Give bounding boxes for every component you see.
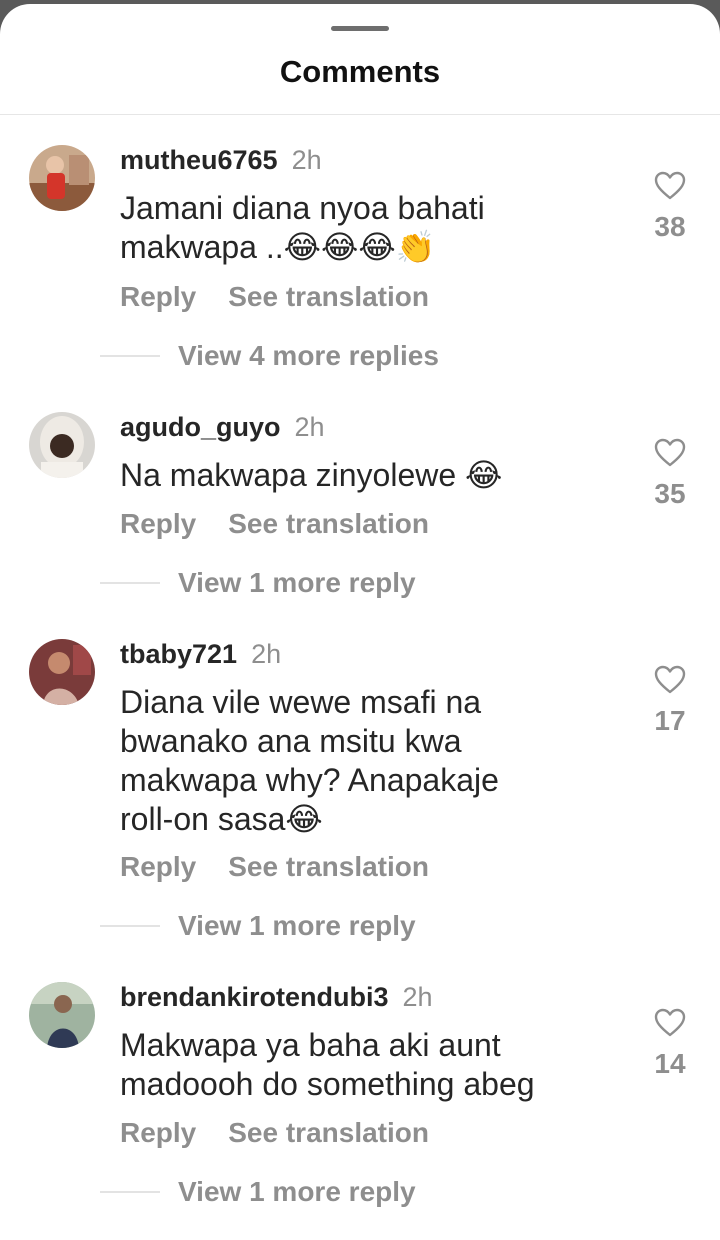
avatar[interactable] [29, 982, 95, 1048]
view-replies-label: View 1 more reply [178, 910, 416, 941]
view-replies-button[interactable]: View 4 more replies [100, 340, 439, 372]
heart-outline-icon[interactable] [640, 438, 700, 468]
comment-header: brendankirotendubi3 2h [120, 982, 433, 1012]
view-replies-button[interactable]: View 1 more reply [100, 910, 416, 942]
reply-button[interactable]: Reply [120, 281, 196, 313]
heart-outline-icon[interactable] [640, 171, 700, 201]
like-area: 14 [640, 1008, 700, 1080]
comment-actions: Reply See translation [120, 1117, 429, 1149]
heart-outline-icon[interactable] [640, 1008, 700, 1038]
see-translation-button[interactable]: See translation [228, 281, 429, 313]
comment-text: Makwapa ya baha aki aunt madoooh do some… [120, 1027, 535, 1102]
like-area: 35 [640, 438, 700, 510]
username[interactable]: mutheu6765 [120, 145, 278, 176]
comment-text: Diana vile wewe msafi na bwanako ana msi… [120, 684, 499, 837]
heart-outline-icon[interactable] [640, 665, 700, 695]
like-area: 38 [640, 171, 700, 243]
like-count: 14 [654, 1048, 686, 1079]
comment-actions: Reply See translation [120, 508, 429, 540]
see-translation-button[interactable]: See translation [228, 1117, 429, 1149]
view-replies-button[interactable]: View 1 more reply [100, 567, 416, 599]
like-count: 17 [654, 705, 686, 736]
page-title: Comments [279, 54, 441, 89]
see-translation-button[interactable]: See translation [228, 851, 429, 883]
timestamp: 2h [294, 412, 325, 442]
avatar[interactable] [29, 145, 95, 211]
like-count: 35 [654, 478, 686, 509]
see-translation-button[interactable]: See translation [228, 508, 429, 540]
reply-button[interactable]: Reply [120, 508, 196, 540]
reply-button[interactable]: Reply [120, 851, 196, 883]
comment-text: Na makwapa zinyolewe 😂 [120, 457, 503, 493]
avatar[interactable] [29, 412, 95, 478]
reply-button[interactable]: Reply [120, 1117, 196, 1149]
timestamp: 2h [251, 639, 282, 669]
view-replies-button[interactable]: View 1 more reply [100, 1176, 416, 1208]
timestamp: 2h [402, 982, 433, 1012]
avatar[interactable] [29, 639, 95, 705]
drag-handle[interactable] [331, 26, 389, 31]
reply-thread-line [100, 582, 160, 584]
comments-sheet: Comments mutheu6765 2h Jamani diana nyoa… [0, 4, 720, 1240]
username[interactable]: tbaby721 [120, 639, 237, 670]
reply-thread-line [100, 1191, 160, 1193]
comment-header: mutheu6765 2h [120, 145, 322, 175]
view-replies-label: View 1 more reply [178, 567, 416, 598]
comment-actions: Reply See translation [120, 851, 429, 883]
comment-actions: Reply See translation [120, 281, 429, 313]
divider [0, 114, 720, 115]
username[interactable]: agudo_guyo [120, 412, 281, 443]
timestamp: 2h [291, 145, 322, 175]
reply-thread-line [100, 925, 160, 927]
reply-thread-line [100, 355, 160, 357]
view-replies-label: View 1 more reply [178, 1176, 416, 1207]
like-area: 17 [640, 665, 700, 737]
like-count: 38 [654, 211, 686, 242]
username[interactable]: brendankirotendubi3 [120, 982, 389, 1013]
view-replies-label: View 4 more replies [178, 340, 439, 371]
comment-header: agudo_guyo 2h [120, 412, 325, 442]
comment-text: Jamani diana nyoa bahati makwapa ..😂😂😂👏 [120, 190, 485, 265]
comment-header: tbaby721 2h [120, 639, 281, 669]
